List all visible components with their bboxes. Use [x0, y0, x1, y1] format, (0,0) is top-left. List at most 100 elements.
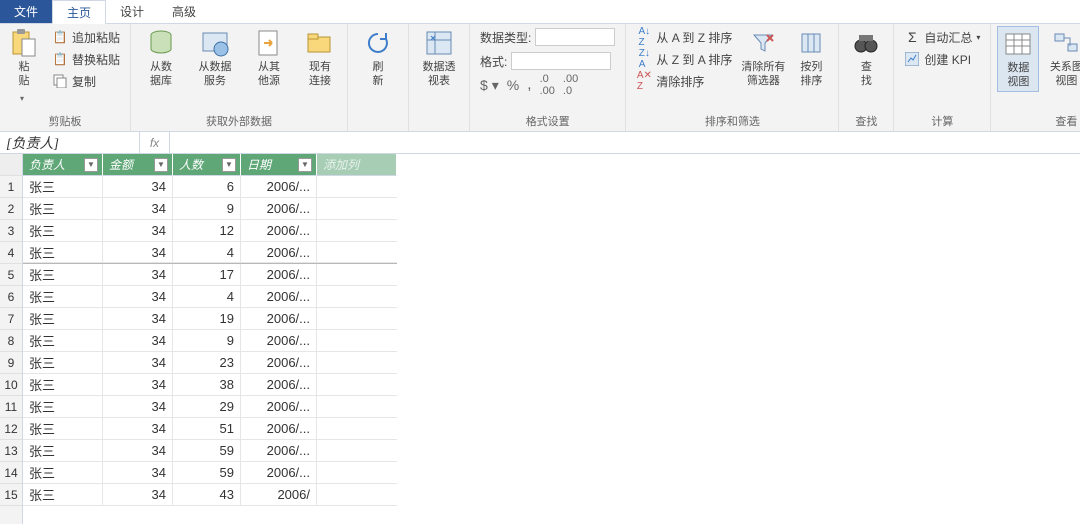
refresh-button[interactable]: 刷 新 — [354, 26, 402, 90]
increase-decimal-button[interactable]: .0.00 — [540, 73, 555, 97]
cell-count[interactable]: 9 — [173, 198, 241, 220]
cell-date[interactable]: 2006/... — [241, 462, 317, 484]
cell-name[interactable]: 张三 — [23, 374, 103, 396]
paste-button[interactable]: 粘 贴 — [6, 26, 42, 100]
tab-design[interactable]: 设计 — [106, 0, 158, 23]
row-header[interactable]: 7 — [0, 308, 22, 330]
row-header[interactable]: 1 — [0, 176, 22, 198]
name-box[interactable]: [负责人] — [0, 132, 140, 153]
cell-name[interactable]: 张三 — [23, 484, 103, 506]
cell-count[interactable]: 51 — [173, 418, 241, 440]
column-header-1[interactable]: 金额▼ — [103, 154, 173, 176]
row-header[interactable]: 5 — [0, 264, 22, 286]
row-header[interactable]: 11 — [0, 396, 22, 418]
cell-date[interactable]: 2006/... — [241, 286, 317, 308]
filter-caret-icon[interactable]: ▼ — [84, 158, 98, 172]
cell-name[interactable]: 张三 — [23, 198, 103, 220]
append-paste-button[interactable]: 📋 追加粘贴 — [48, 26, 124, 48]
data-view-button[interactable]: 数据 视图 — [997, 26, 1039, 92]
cell-date[interactable]: 2006/... — [241, 198, 317, 220]
existing-conn-button[interactable]: 现有 连接 — [299, 26, 341, 90]
cell-amount[interactable]: 34 — [103, 440, 173, 462]
cell-count[interactable]: 29 — [173, 396, 241, 418]
column-header-3[interactable]: 日期▼ — [241, 154, 317, 176]
cell-amount[interactable]: 34 — [103, 308, 173, 330]
row-header[interactable]: 3 — [0, 220, 22, 242]
cell-date[interactable]: 2006/... — [241, 330, 317, 352]
cell-count[interactable]: 9 — [173, 330, 241, 352]
currency-button[interactable]: $ ▾ — [480, 77, 499, 94]
row-header[interactable]: 6 — [0, 286, 22, 308]
cell-name[interactable]: 张三 — [23, 286, 103, 308]
row-header[interactable]: 13 — [0, 440, 22, 462]
cell-name[interactable]: 张三 — [23, 440, 103, 462]
row-header[interactable]: 2 — [0, 198, 22, 220]
cell-amount[interactable]: 34 — [103, 330, 173, 352]
cell-date[interactable]: 2006/... — [241, 352, 317, 374]
sort-desc-button[interactable]: Z↓A 从 Z 到 A 排序 — [632, 48, 736, 70]
cell-date[interactable]: 2006/... — [241, 220, 317, 242]
cell-name[interactable]: 张三 — [23, 352, 103, 374]
cell-name[interactable]: 张三 — [23, 176, 103, 198]
cell-date[interactable]: 2006/... — [241, 242, 317, 263]
cell-name[interactable]: 张三 — [23, 462, 103, 484]
column-header-0[interactable]: 负责人▼ — [23, 154, 103, 176]
find-button[interactable]: 查 找 — [845, 26, 887, 90]
fx-label[interactable]: fx — [140, 132, 170, 153]
row-header[interactable]: 14 — [0, 462, 22, 484]
cell-amount[interactable]: 34 — [103, 264, 173, 286]
cell-count[interactable]: 6 — [173, 176, 241, 198]
autosum-button[interactable]: Σ 自动汇总 ▾ — [900, 26, 984, 48]
corner-cell[interactable] — [0, 154, 22, 176]
cell-date[interactable]: 2006/ — [241, 484, 317, 506]
decrease-decimal-button[interactable]: .00.0 — [563, 73, 578, 97]
cell-date[interactable]: 2006/... — [241, 308, 317, 330]
datatype-picker[interactable]: 数据类型: — [476, 26, 619, 48]
cell-date[interactable]: 2006/... — [241, 396, 317, 418]
column-header-2[interactable]: 人数▼ — [173, 154, 241, 176]
clear-filter-button[interactable]: 清除所有 筛选器 — [742, 26, 784, 90]
percent-button[interactable]: % — [507, 77, 519, 93]
filter-caret-icon[interactable]: ▼ — [298, 158, 312, 172]
sort-bycol-button[interactable]: 按列 排序 — [790, 26, 832, 90]
row-header[interactable]: 12 — [0, 418, 22, 440]
cell-count[interactable]: 12 — [173, 220, 241, 242]
cell-amount[interactable]: 34 — [103, 286, 173, 308]
row-header[interactable]: 10 — [0, 374, 22, 396]
cell-name[interactable]: 张三 — [23, 242, 103, 263]
cell-count[interactable]: 17 — [173, 264, 241, 286]
tab-file[interactable]: 文件 — [0, 0, 52, 23]
cell-amount[interactable]: 34 — [103, 396, 173, 418]
cell-name[interactable]: 张三 — [23, 220, 103, 242]
tab-advanced[interactable]: 高级 — [158, 0, 210, 23]
cell-amount[interactable]: 34 — [103, 418, 173, 440]
cell-amount[interactable]: 34 — [103, 374, 173, 396]
cell-count[interactable]: 59 — [173, 440, 241, 462]
cell-amount[interactable]: 34 — [103, 462, 173, 484]
cell-count[interactable]: 38 — [173, 374, 241, 396]
cell-name[interactable]: 张三 — [23, 418, 103, 440]
cell-amount[interactable]: 34 — [103, 352, 173, 374]
filter-caret-icon[interactable]: ▼ — [222, 158, 236, 172]
cell-amount[interactable]: 34 — [103, 242, 173, 263]
comma-button[interactable]: , — [527, 76, 531, 94]
cell-count[interactable]: 43 — [173, 484, 241, 506]
cell-date[interactable]: 2006/... — [241, 418, 317, 440]
cell-name[interactable]: 张三 — [23, 330, 103, 352]
replace-paste-button[interactable]: 📋 替换粘贴 — [48, 48, 124, 70]
row-header[interactable]: 9 — [0, 352, 22, 374]
tab-home[interactable]: 主页 — [52, 0, 106, 24]
copy-button[interactable]: 复制 — [48, 70, 124, 92]
row-header[interactable]: 4 — [0, 242, 22, 264]
cell-amount[interactable]: 34 — [103, 198, 173, 220]
cell-count[interactable]: 23 — [173, 352, 241, 374]
cell-count[interactable]: 19 — [173, 308, 241, 330]
cell-amount[interactable]: 34 — [103, 220, 173, 242]
cell-count[interactable]: 4 — [173, 286, 241, 308]
cell-count[interactable]: 4 — [173, 242, 241, 263]
cell-date[interactable]: 2006/... — [241, 176, 317, 198]
from-database-button[interactable]: 从数 据库 — [137, 26, 185, 90]
sort-clear-button[interactable]: A✕Z 清除排序 — [632, 70, 736, 92]
cell-date[interactable]: 2006/... — [241, 264, 317, 286]
cell-date[interactable]: 2006/... — [241, 374, 317, 396]
